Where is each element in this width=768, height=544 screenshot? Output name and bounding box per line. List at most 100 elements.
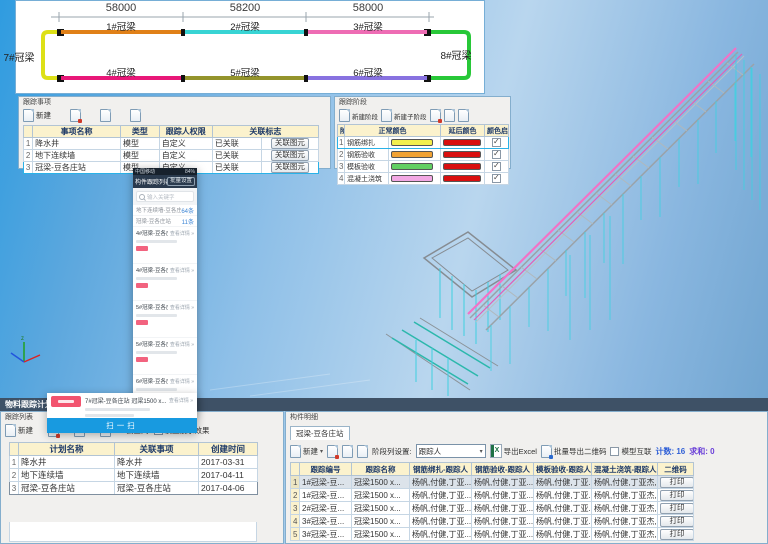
delete-button[interactable] bbox=[51, 396, 81, 407]
tracking-items-toolbar: 新建 bbox=[19, 108, 330, 123]
color-enabled-checkbox[interactable] bbox=[492, 138, 501, 148]
view-detail-link[interactable]: 查看详情 » bbox=[169, 397, 193, 404]
panel-title: 跟踪阶段 bbox=[339, 99, 367, 106]
view-detail-link[interactable]: 查看详情 » bbox=[170, 304, 194, 311]
table-row[interactable]: 1 降水井 模型 自定义 已关联 关联图元 bbox=[22, 137, 320, 150]
tracking-items-table: 事项名称 类型 跟踪人权限 关联标志 1 降水井 模型 自定义 已关联 关联图元… bbox=[22, 125, 320, 174]
view-detail-link[interactable]: 查看详情 » bbox=[170, 378, 194, 385]
beam-label-8: 8#冠梁 bbox=[440, 51, 472, 62]
scan-qr-button[interactable]: 扫一扫 bbox=[47, 418, 197, 433]
export-excel-button[interactable]: 导出Excel bbox=[489, 444, 537, 458]
phone-search-input[interactable]: 输入关键字 bbox=[136, 191, 194, 202]
normal-color-swatch[interactable] bbox=[391, 151, 433, 159]
link-elements-button[interactable]: 关联图元 bbox=[270, 162, 309, 173]
normal-color-swatch[interactable] bbox=[391, 139, 433, 147]
color-enabled-checkbox[interactable] bbox=[492, 162, 501, 172]
component-list-item[interactable]: 4#冠梁-豆各庄站 冠梁1500 x... 查看详情 » bbox=[133, 264, 197, 300]
component-list-item[interactable]: 5#冠梁-豆各庄站 冠梁1500 x... 查看详情 » bbox=[133, 301, 197, 337]
phone-status-bar: 中国移动 84% bbox=[133, 168, 197, 175]
model-link-checkbox[interactable] bbox=[610, 446, 620, 456]
edit-doc-icon[interactable] bbox=[100, 109, 111, 122]
new-phase-button[interactable]: 新建阶段 bbox=[339, 109, 378, 122]
table-row-selected[interactable]: 1 1#冠梁-豆... 冠梁1500 x... 杨帆,付健,丁亚... 杨帆,付… bbox=[290, 475, 694, 489]
new-doc-icon bbox=[23, 109, 34, 122]
print-qr-button[interactable]: 打印 bbox=[660, 476, 693, 488]
sum-label: 求和: 0 bbox=[689, 446, 715, 456]
color-enabled-checkbox[interactable] bbox=[492, 174, 501, 184]
new-subphase-button[interactable]: 新建子阶段 bbox=[381, 109, 427, 122]
edit-doc-icon[interactable] bbox=[342, 444, 354, 458]
item-subtext bbox=[136, 314, 177, 317]
ghost-lines bbox=[209, 373, 371, 397]
item-subtext bbox=[136, 277, 177, 280]
search-icon bbox=[139, 193, 145, 200]
excel-icon bbox=[489, 444, 502, 458]
copy-doc-icon[interactable] bbox=[357, 444, 369, 458]
batch-settings-button[interactable]: 批量设置 bbox=[166, 177, 195, 186]
new-item-button[interactable]: 新建 bbox=[23, 109, 51, 122]
item-subtext bbox=[136, 388, 177, 391]
new-doc-icon bbox=[290, 444, 301, 458]
tab-crown-beam-station[interactable]: 冠梁-豆各庄站 bbox=[290, 426, 350, 440]
phase-row[interactable]: 4 混凝土浇筑 bbox=[337, 172, 509, 185]
phase-row-selected[interactable]: 1 钢筋绑扎 bbox=[337, 136, 509, 149]
link-elements-button[interactable]: 关联图元 bbox=[270, 138, 309, 149]
copy-doc-icon[interactable] bbox=[457, 109, 469, 122]
print-qr-button[interactable]: 打印 bbox=[660, 515, 693, 527]
component-list-item[interactable]: 5#冠梁-豆各庄站 冠梁1500 x... 查看详情 » bbox=[133, 338, 197, 374]
print-qr-button[interactable]: 打印 bbox=[660, 489, 693, 501]
col-track-code: 跟踪编号 bbox=[299, 462, 352, 476]
model-link-toggle[interactable]: 模型互联 bbox=[610, 446, 651, 457]
new-record-button[interactable]: 新建 ▾ bbox=[290, 444, 323, 458]
table-row[interactable]: 3 2#冠梁-豆... 冠梁1500 x... 杨帆,付健,丁亚... 杨帆,付… bbox=[290, 501, 694, 515]
component-detail-panel: 构件明细 冠梁-豆各庄站 新建 ▾ 阶段列设置: 跟踪人 ▾ 导出Excel 批 bbox=[285, 411, 768, 544]
col-plan-name: 计划名称 bbox=[18, 442, 115, 456]
component-list-item[interactable]: 4#冠梁-豆各庄站 冠梁1500 x... 查看详情 » bbox=[133, 227, 197, 263]
view-detail-link[interactable]: 查看详情 » bbox=[170, 230, 194, 237]
new-doc-icon bbox=[339, 109, 350, 122]
status-badge bbox=[136, 246, 148, 251]
copy-doc-icon[interactable] bbox=[130, 109, 141, 122]
normal-color-swatch[interactable] bbox=[391, 163, 433, 171]
print-qr-button[interactable]: 打印 bbox=[660, 528, 693, 540]
card-item-row[interactable]: 7#冠梁-豆各庄站 冠梁1500 x... 查看详情 » bbox=[47, 393, 197, 418]
table-row[interactable]: 4 3#冠梁-豆... 冠梁1500 x... 杨帆,付健,丁亚... 杨帆,付… bbox=[290, 514, 694, 528]
table-row[interactable]: 2 1#冠梁-豆... 冠梁1500 x... 杨帆,付健,丁亚... 杨帆,付… bbox=[290, 488, 694, 502]
window-title: 物料跟踪计划 bbox=[5, 400, 53, 409]
delete-doc-icon[interactable] bbox=[327, 444, 340, 459]
col-item-name: 事项名称 bbox=[32, 125, 121, 138]
phase-column-label: 阶段列设置: bbox=[372, 446, 412, 456]
phone-group-row[interactable]: 地下连续墙-豆各庄站 64条 bbox=[133, 205, 197, 215]
normal-color-swatch[interactable] bbox=[391, 175, 433, 183]
delayed-color-swatch[interactable] bbox=[443, 151, 481, 159]
table-row[interactable]: 2 地下连续墙 模型 自定义 已关联 关联图元 bbox=[22, 149, 320, 162]
print-qr-button[interactable]: 打印 bbox=[660, 502, 693, 514]
table-row[interactable]: 2 地下连续墙 地下连续墙 2017-04-11 bbox=[9, 468, 258, 482]
battery-label: 84% bbox=[184, 168, 195, 175]
tracking-phases-toolbar: 新建阶段 新建子阶段 bbox=[335, 108, 510, 123]
phase-row[interactable]: 2 钢筋验收 bbox=[337, 148, 509, 161]
view-detail-link[interactable]: 查看详情 » bbox=[170, 341, 194, 348]
phase-column-select[interactable]: 跟踪人 ▾ bbox=[415, 444, 486, 458]
col-rebar-accept-tracker: 钢筋验收-跟踪人 bbox=[471, 462, 534, 476]
table-row[interactable]: 1 降水井 降水井 2017-03-31 bbox=[9, 455, 258, 469]
delete-doc-icon[interactable] bbox=[70, 109, 82, 123]
delayed-color-swatch[interactable] bbox=[443, 163, 481, 171]
view-detail-link[interactable]: 查看详情 » bbox=[170, 267, 194, 274]
col-rebar-tying-tracker: 钢筋绑扎-跟踪人 bbox=[409, 462, 472, 476]
new-plan-button[interactable]: 新建 bbox=[5, 424, 33, 437]
edit-doc-icon[interactable] bbox=[443, 109, 455, 122]
delete-doc-icon[interactable] bbox=[429, 109, 442, 123]
link-elements-button[interactable]: 关联图元 bbox=[270, 150, 309, 161]
phase-row[interactable]: 3 模板验收 bbox=[337, 160, 509, 173]
color-enabled-checkbox[interactable] bbox=[492, 150, 501, 160]
table-row-selected[interactable]: 3 冠梁-豆各庄站 冠梁-豆各庄站 2017-04-06 bbox=[9, 481, 258, 495]
delayed-color-swatch[interactable] bbox=[443, 139, 481, 147]
export-qr-button[interactable]: 批量导出二维码 bbox=[540, 444, 606, 459]
plan-table-empty-area bbox=[9, 522, 257, 542]
table-row[interactable]: 5 3#冠梁-豆... 冠梁1500 x... 杨帆,付健,丁亚... 杨帆,付… bbox=[290, 527, 694, 541]
diagram-drawing bbox=[41, 12, 471, 82]
col-phase-name: 阶段名称 bbox=[337, 124, 345, 137]
phone-group-row[interactable]: 冠梁-豆各庄站 11条 bbox=[133, 216, 197, 226]
delayed-color-swatch[interactable] bbox=[443, 175, 481, 183]
